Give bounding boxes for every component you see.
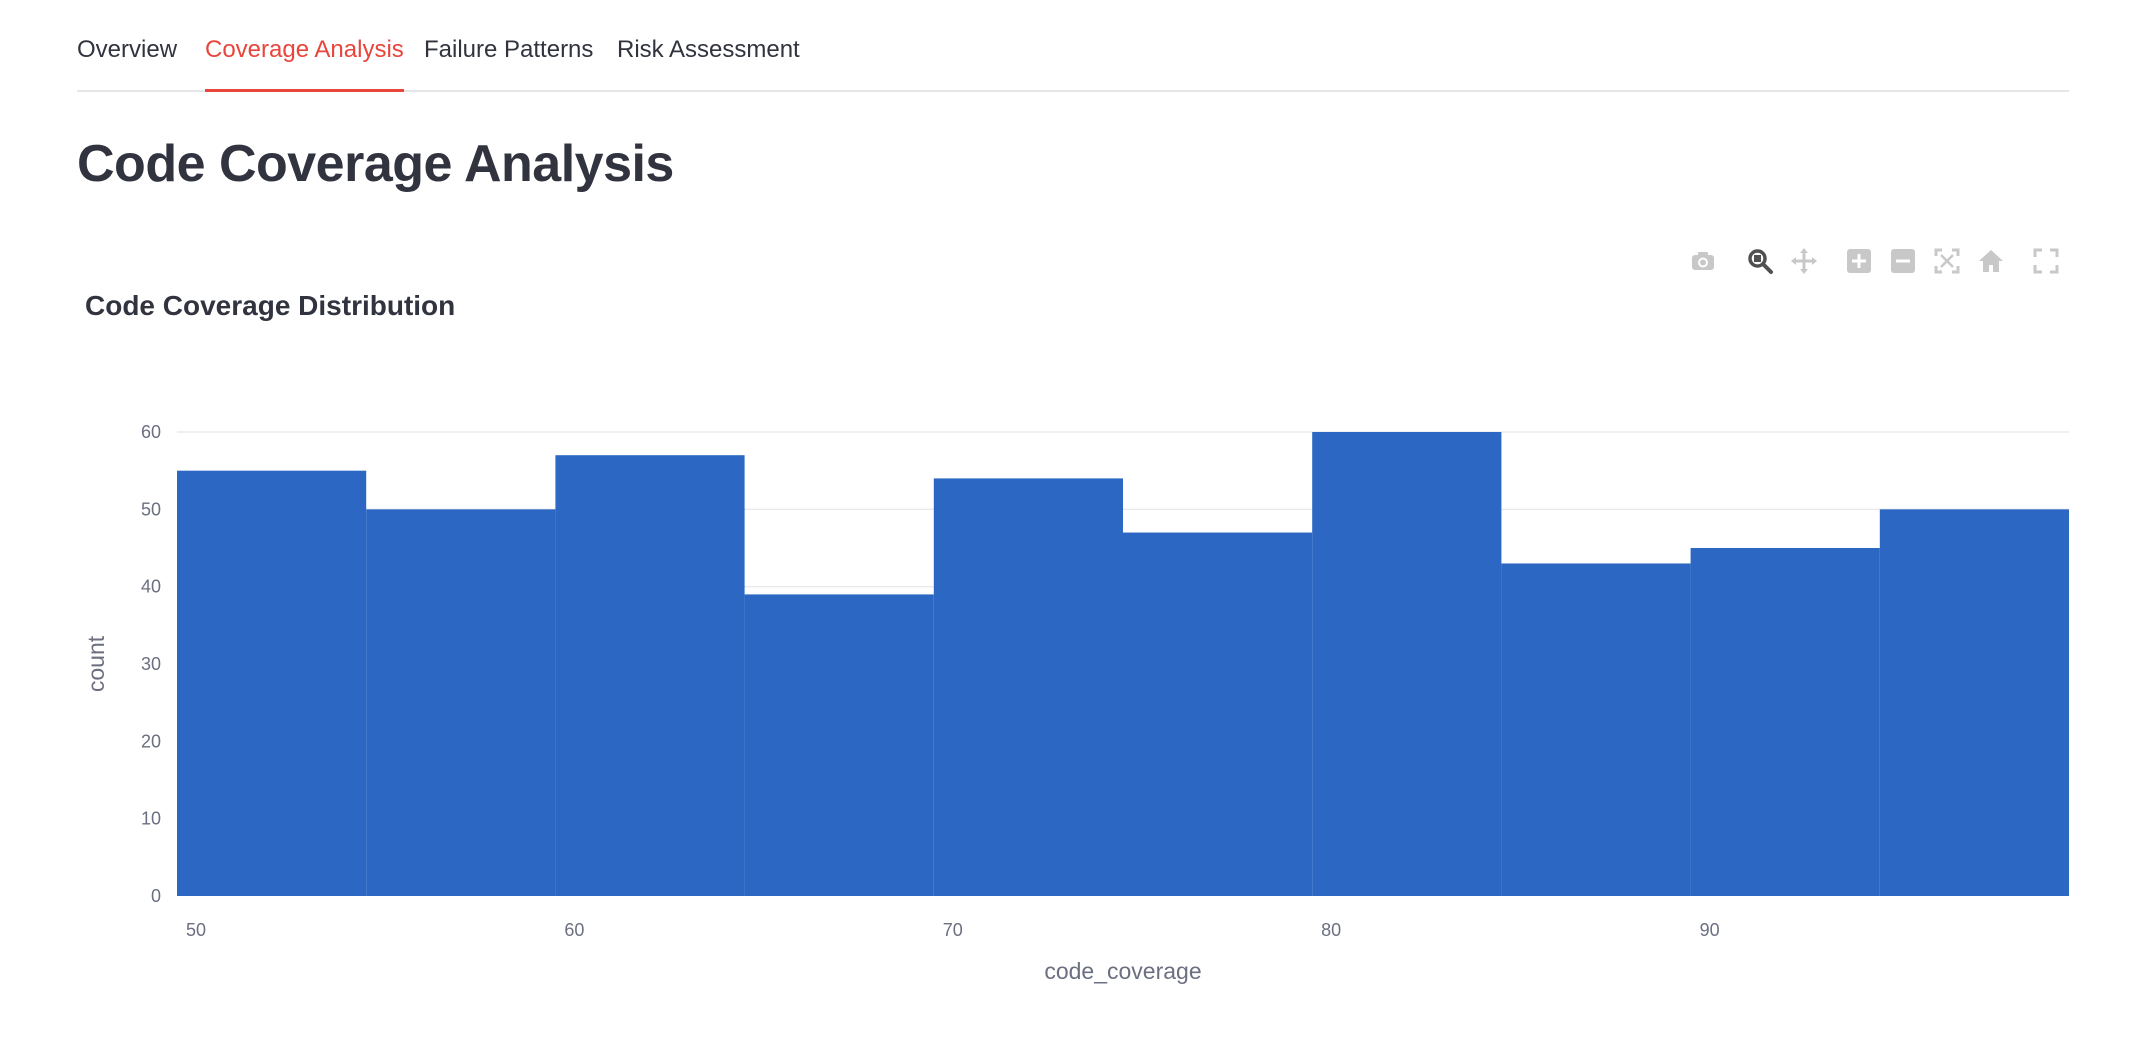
y-axis-title: count bbox=[83, 635, 109, 692]
histogram-bar[interactable] bbox=[1312, 432, 1502, 896]
x-tick-label: 80 bbox=[1321, 920, 1341, 940]
histogram-bar[interactable] bbox=[1123, 532, 1313, 896]
histogram-bar[interactable] bbox=[177, 470, 367, 896]
x-tick-label: 90 bbox=[1700, 920, 1720, 940]
y-tick-label: 60 bbox=[141, 422, 161, 442]
y-tick-label: 10 bbox=[141, 809, 161, 829]
y-tick-label: 0 bbox=[151, 886, 161, 906]
histogram-bar[interactable] bbox=[1690, 548, 1880, 896]
histogram-bar[interactable] bbox=[1501, 563, 1691, 896]
y-tick-label: 40 bbox=[141, 577, 161, 597]
histogram-bar[interactable] bbox=[933, 478, 1123, 896]
y-tick-label: 20 bbox=[141, 731, 161, 751]
histogram-bar[interactable] bbox=[555, 455, 745, 896]
x-axis-title: code_coverage bbox=[1044, 958, 1201, 984]
histogram-bar[interactable] bbox=[366, 509, 556, 896]
x-tick-label: 50 bbox=[186, 920, 206, 940]
bar-layer bbox=[177, 432, 2069, 896]
y-tick-label: 50 bbox=[141, 499, 161, 519]
histogram-bar[interactable] bbox=[744, 594, 934, 896]
y-tick-label: 30 bbox=[141, 654, 161, 674]
histogram-chart[interactable]: 0 10 20 30 40 50 60 50 60 70 80 90 code_coverage co… bbox=[0, 0, 2146, 1040]
histogram-bar[interactable] bbox=[1879, 509, 2069, 896]
x-tick-label: 60 bbox=[564, 920, 584, 940]
x-tick-label: 70 bbox=[943, 920, 963, 940]
